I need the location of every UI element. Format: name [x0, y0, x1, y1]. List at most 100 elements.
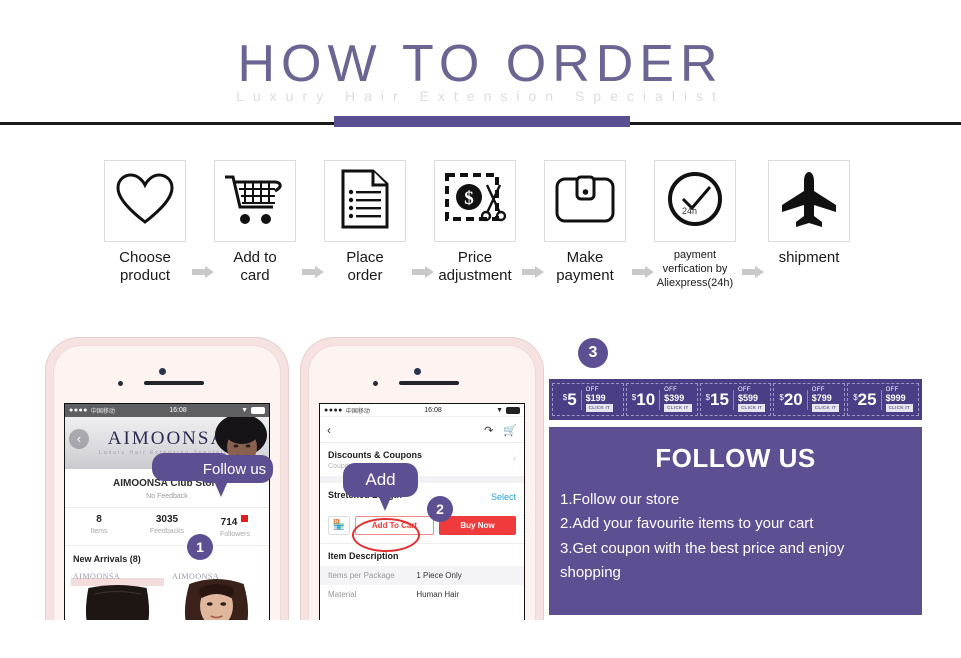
amount-value: 10 — [636, 390, 656, 409]
step-badge-number: 2 — [436, 501, 444, 517]
shop-icon[interactable]: 🏪 — [328, 516, 350, 535]
airplane-icon — [778, 170, 840, 233]
product-tile[interactable]: AIMOONSA — [71, 570, 164, 627]
coupon-divider — [580, 389, 582, 410]
step-badge-1: 1 — [187, 534, 213, 560]
step-label-line1: Add to — [233, 249, 277, 266]
step-icon-box: 24h — [654, 160, 736, 242]
wifi-icon: ▼ — [241, 407, 248, 414]
cart-icon[interactable]: 🛒 — [503, 424, 517, 437]
stat-value: 714 — [201, 514, 269, 528]
step-label: shipment — [763, 249, 855, 267]
callout-text: Add — [365, 470, 396, 489]
tile-watermark: AIMOONSA — [73, 572, 121, 581]
stat-items[interactable]: 8 Items — [65, 514, 133, 538]
coupon-min-spend: $999 — [885, 393, 906, 404]
coupon-bar: $5 OFF $199 CLICK IT $10 OFF $399 CLICK … — [549, 379, 922, 420]
coupon-divider — [659, 389, 661, 410]
coupon-amount: $25 — [853, 391, 876, 408]
follow-line: shopping — [560, 563, 621, 581]
phone-screen-store: ●●●● 中国移动 16:08 ▼ ‹ AIMOONSA Luxury Hair… — [64, 403, 270, 627]
coupon-20[interactable]: $20 OFF $799 CLICK IT — [773, 383, 846, 416]
stat-caption: Items — [90, 528, 108, 535]
coupon-amount: $5 — [563, 391, 577, 408]
step-label-line2: card — [240, 266, 270, 284]
coupon-click-it-button[interactable]: CLICK IT — [585, 404, 614, 412]
buy-now-button[interactable]: Buy Now — [439, 516, 516, 535]
svg-text:24h: 24h — [682, 206, 697, 216]
follow-us-title: FOLLOW US — [655, 443, 816, 473]
callout-bubble-follow-us: Follow us — [196, 455, 273, 483]
step-badge-2: 2 — [427, 496, 453, 522]
how-to-order-banner: HOW TO ORDER Luxury Hair Extension Speci… — [0, 0, 961, 658]
coupon-amount: $15 — [706, 391, 729, 408]
clock-check-icon: 24h — [665, 169, 725, 234]
step-add-to-card: Add to card — [209, 160, 301, 284]
coupon-5[interactable]: $5 OFF $199 CLICK IT — [552, 383, 624, 416]
step-label-line2: product — [119, 266, 171, 284]
phone-screen-product: ●●●● 中国移动 16:08 ▼ ‹ ↷ 🛒 Discounts & Coup… — [319, 403, 525, 627]
banner-header: HOW TO ORDER Luxury Hair Extension Speci… — [0, 0, 961, 135]
step-label-line1: Make — [566, 249, 604, 266]
step-label: Price adjustment — [429, 249, 521, 284]
earpiece-speaker — [144, 381, 204, 385]
follow-line: 2.Add your favourite items to your cart — [560, 515, 814, 533]
new-arrivals-heading: New Arrivals (8) — [73, 554, 141, 564]
coupon-25[interactable]: $25 OFF $999 CLICK IT — [847, 383, 919, 416]
page-subtitle: Luxury Hair Extension Specialist — [236, 88, 725, 104]
heart-icon — [115, 172, 175, 231]
step-label-line2: adjustment — [438, 266, 512, 284]
step-icon-box — [104, 160, 186, 242]
step-arrow-icon — [742, 266, 764, 278]
step-label-line2: payment — [556, 266, 614, 284]
callout-bubble-tail — [214, 481, 228, 497]
follow-line: 3.Get coupon with the best price and enj… — [560, 539, 845, 557]
stat-feedbacks[interactable]: 3035 Feedbacks — [133, 514, 201, 538]
coupon-15[interactable]: $15 OFF $599 CLICK IT — [699, 383, 772, 416]
step-icon-box — [324, 160, 406, 242]
battery-icon — [506, 406, 520, 414]
coupon-click-it-button[interactable]: CLICK IT — [885, 404, 913, 412]
document-icon — [340, 169, 390, 234]
page-title: HOW TO ORDER — [237, 35, 724, 93]
coupon-10[interactable]: $10 OFF $399 CLICK IT — [625, 383, 698, 416]
highlight-ellipse-add-to-cart — [352, 518, 420, 552]
front-camera-icon — [159, 368, 166, 375]
step-badge-3: 3 — [578, 338, 608, 368]
amount-value: 15 — [710, 390, 729, 409]
svg-text:$: $ — [464, 188, 474, 209]
coupon-click-it-button[interactable]: CLICK IT — [664, 404, 692, 412]
amount-value: 5 — [567, 390, 577, 409]
coupon-click-it-button[interactable]: CLICK IT — [737, 404, 766, 412]
wifi-icon: ▼ — [496, 406, 503, 414]
step-label: Add to card — [209, 249, 301, 284]
coupon-min-spend: $799 — [811, 393, 832, 404]
price-cut-icon: $ — [443, 169, 507, 234]
amount-value: 25 — [857, 390, 877, 409]
step-icon-box — [544, 160, 626, 242]
description-key: Material — [328, 590, 357, 599]
signal-dots-icon: ●●●● — [69, 407, 88, 414]
product-tile[interactable]: AIMOONSA — [170, 570, 263, 627]
step-label-line2: order — [347, 266, 383, 284]
coupon-amount: $10 — [632, 391, 655, 408]
coupon-click-it-button[interactable]: CLICK IT — [811, 404, 840, 412]
description-value: Human Hair — [416, 590, 460, 599]
product-action-bar: 🏪 Add To Cart Buy Now — [320, 509, 524, 543]
product-grid: AIMOONSA AIMOONSA — [65, 570, 269, 627]
back-chevron-icon[interactable]: ‹ — [327, 423, 331, 437]
coupon-min-spend: $199 — [585, 393, 606, 404]
coupon-divider — [880, 389, 882, 410]
step-label-line1: shipment — [778, 249, 840, 266]
stat-number: 714 — [220, 517, 238, 528]
step-label-line1: Price — [457, 249, 493, 266]
step-label: Make payment — [539, 249, 631, 284]
step-make-payment: Make payment — [539, 160, 631, 284]
select-link[interactable]: Select — [491, 492, 516, 502]
status-bar: ●●●● 中国移动 16:08 ▼ — [320, 404, 524, 417]
callout-bubble-tail — [378, 495, 392, 511]
share-icon[interactable]: ↷ — [484, 424, 493, 437]
follow-us-instructions: 1.Follow our store 2.Add your favourite … — [549, 474, 922, 585]
stat-followers[interactable]: 714 Followers — [201, 514, 269, 538]
step-price-adjustment: $ Price adjustment — [429, 160, 521, 284]
